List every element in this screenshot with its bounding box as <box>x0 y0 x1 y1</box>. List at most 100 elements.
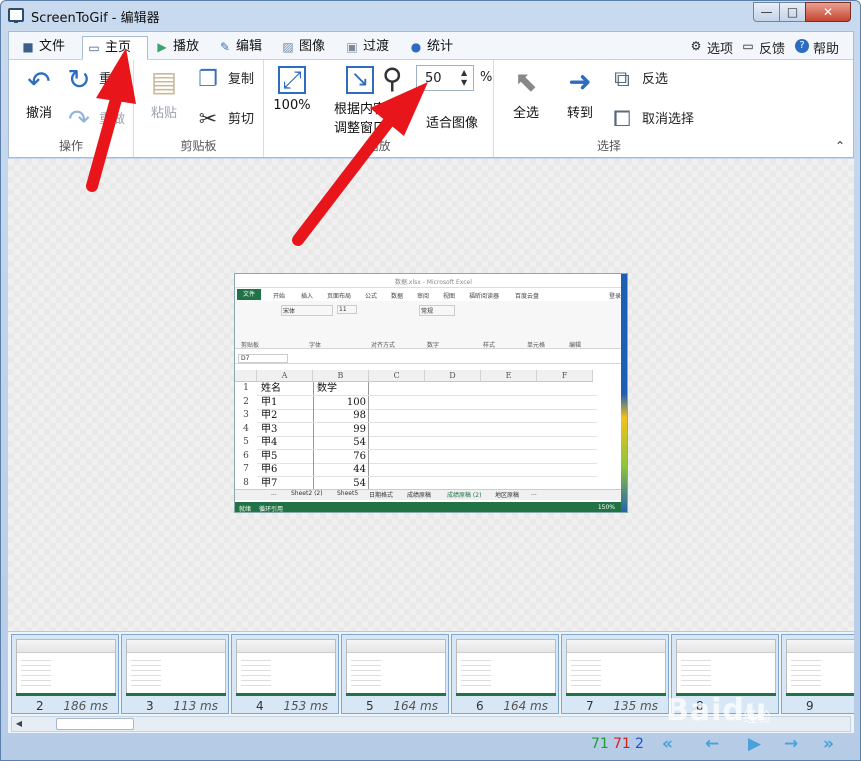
frame-thumbnail[interactable]: 6 164 ms <box>451 634 559 714</box>
excel-row-header: 8 <box>243 477 249 488</box>
frame-thumbnail[interactable]: 7 135 ms <box>561 634 669 714</box>
tab-transition[interactable]: ▣ 过渡 <box>341 36 389 60</box>
group-label: 剪贴板 <box>180 139 217 153</box>
minimize-button[interactable]: — <box>753 2 780 22</box>
help-link[interactable]: ? 帮助 <box>795 38 839 57</box>
collapse-ribbon-icon[interactable]: ⌃ <box>835 139 845 153</box>
frame-thumbnail-image <box>16 639 116 695</box>
redo-label: 重 <box>99 72 113 87</box>
select-all-label: 全选 <box>512 106 539 121</box>
excel-row-header: 7 <box>243 464 249 474</box>
help-icon: ? <box>795 39 809 53</box>
frame-delay: 153 ms <box>283 699 328 713</box>
excel-sheet-tab: 日期格式 <box>369 492 394 499</box>
deselect-button[interactable]: ⧠ 取消选择 <box>608 104 694 136</box>
frame-thumbnail-image <box>236 639 336 695</box>
excel-menu: 数据 <box>391 293 404 300</box>
group-select: ⬉ 全选 ➜ 转到 ⧉ 反选 ⧠ 取消选择 选择 <box>494 60 724 157</box>
frame-thumbnail-image <box>786 639 854 695</box>
play-icon[interactable]: ▶ <box>748 734 761 754</box>
deselect-label: 取消选择 <box>642 112 695 127</box>
excel-menu-bar <box>235 288 627 301</box>
help-label: 帮助 <box>813 42 840 57</box>
zoom-input[interactable]: 50 ▲ ▼ <box>416 65 474 91</box>
last-frame-icon[interactable]: » <box>823 734 834 754</box>
frame-number: 2 <box>36 699 44 713</box>
ribbon-tabs: ■ 文件 ▭ 主页 ▶ 播放 ✎ 编辑 ▨ 图像 ▣ 过渡 ● 统计 ⚙ 选项 … <box>9 32 853 60</box>
paste-button[interactable]: ▤ 粘贴 <box>142 65 186 122</box>
cut-button[interactable]: ✂ 剪切 <box>194 104 254 136</box>
excel-cell-score: 76 <box>313 449 369 463</box>
tab-file[interactable]: ■ 文件 <box>17 36 65 60</box>
info-icon: ● <box>410 40 422 54</box>
transition-icon: ▣ <box>346 40 358 54</box>
frame-thumbnail-image <box>676 639 776 695</box>
goto-button[interactable]: ➜ 转到 <box>556 66 604 122</box>
next-frame-icon[interactable]: → <box>784 734 798 754</box>
clipboard-icon: ▤ <box>150 65 178 98</box>
status-bar: 71 71 2 « ← ▶ → » <box>8 734 854 756</box>
excel-sheet-tab: 地区原稿 <box>495 492 520 499</box>
zoom-spinner[interactable]: ▲ ▼ <box>461 68 471 88</box>
excel-title: 数据.xlsx - Microsoft Excel <box>395 279 472 286</box>
redo-button[interactable]: ↻ 重 <box>65 64 112 96</box>
excel-menu: 页面布局 <box>327 293 352 300</box>
invert-selection-button[interactable]: ⧉ 反选 <box>608 64 668 96</box>
excel-cell-score: 44 <box>313 463 369 476</box>
first-frame-icon[interactable]: « <box>662 734 673 754</box>
zoom-unit: % <box>480 70 493 85</box>
editor-window: ScreenToGif - 编辑器 — □ ✕ ■ 文件 ▭ 主页 ▶ 播放 ✎… <box>0 0 861 761</box>
frame-thumbnail[interactable]: 5 164 ms <box>341 634 449 714</box>
frame-number: 7 <box>586 699 594 713</box>
tab-label: 编辑 <box>236 39 263 54</box>
invert-selection-icon: ⧉ <box>614 67 630 92</box>
options-link[interactable]: ⚙ 选项 <box>689 38 733 57</box>
home-icon: ▭ <box>88 41 100 55</box>
image-icon: ▨ <box>282 40 294 54</box>
zoom-100-button[interactable]: ⤢ 100% <box>270 66 314 113</box>
fit-image-button[interactable]: 适合图像 <box>414 112 490 131</box>
excel-cell-name: 甲6 <box>261 464 278 475</box>
copy-button[interactable]: ❐ 复制 <box>194 64 254 96</box>
excel-group-label: 字体 <box>309 342 322 349</box>
excel-column-header: B <box>313 370 369 382</box>
reset-button[interactable]: ↷ 重做 <box>65 104 125 136</box>
play-icon: ▶ <box>157 40 167 54</box>
monitor-icon <box>8 8 24 23</box>
pencil-icon: ✎ <box>219 40 231 54</box>
tab-play[interactable]: ▶ 播放 <box>151 36 199 60</box>
excel-menu: 审阅 <box>417 293 430 300</box>
fit-image-label: 适合图像 <box>425 116 478 131</box>
undo-icon: ↶ <box>27 65 51 98</box>
expand-icon: ⤢ <box>278 66 306 94</box>
reset-icon: ↷ <box>68 105 90 135</box>
tab-image[interactable]: ▨ 图像 <box>277 36 325 60</box>
previous-frame-icon[interactable]: ← <box>705 734 719 754</box>
excel-group-label: 剪贴板 <box>241 342 260 349</box>
excel-sheet-tab: Sheet2 (2) <box>291 490 323 497</box>
undo-button[interactable]: ↶ 撤消 <box>17 65 61 122</box>
cursor-icon: ⬉ <box>514 65 538 98</box>
tab-home[interactable]: ▭ 主页 <box>82 36 148 60</box>
frame-thumbnail[interactable]: 4 153 ms <box>231 634 339 714</box>
maximize-button[interactable]: □ <box>779 2 806 22</box>
tab-edit[interactable]: ✎ 编辑 <box>214 36 262 60</box>
frame-thumbnail[interactable]: 9 <box>781 634 854 714</box>
close-button[interactable]: ✕ <box>805 2 851 22</box>
excel-menu: 开始 <box>273 293 286 300</box>
excel-corner <box>235 370 257 382</box>
frame-thumbnail[interactable]: 2 186 ms <box>11 634 119 714</box>
excel-status-circular: 循环引用 <box>259 506 284 513</box>
excel-column-header: E <box>481 370 537 382</box>
zoom-value: 50 <box>425 71 442 86</box>
group-clipboard: ▤ 粘贴 ❐ 复制 ✂ 剪切 剪贴板 <box>134 60 264 157</box>
tab-statistics[interactable]: ● 统计 <box>405 36 453 60</box>
gear-icon: ⚙ <box>690 39 702 53</box>
frame-thumbnail[interactable]: 3 113 ms <box>121 634 229 714</box>
excel-cell-score: 54 <box>313 476 369 490</box>
feedback-link[interactable]: ▭ 反馈 <box>741 38 785 57</box>
select-all-button[interactable]: ⬉ 全选 <box>502 65 550 122</box>
scroll-left-icon[interactable]: ◀ <box>12 717 26 731</box>
excel-group-label: 编辑 <box>569 342 582 349</box>
scrollbar-thumb[interactable] <box>56 718 134 730</box>
